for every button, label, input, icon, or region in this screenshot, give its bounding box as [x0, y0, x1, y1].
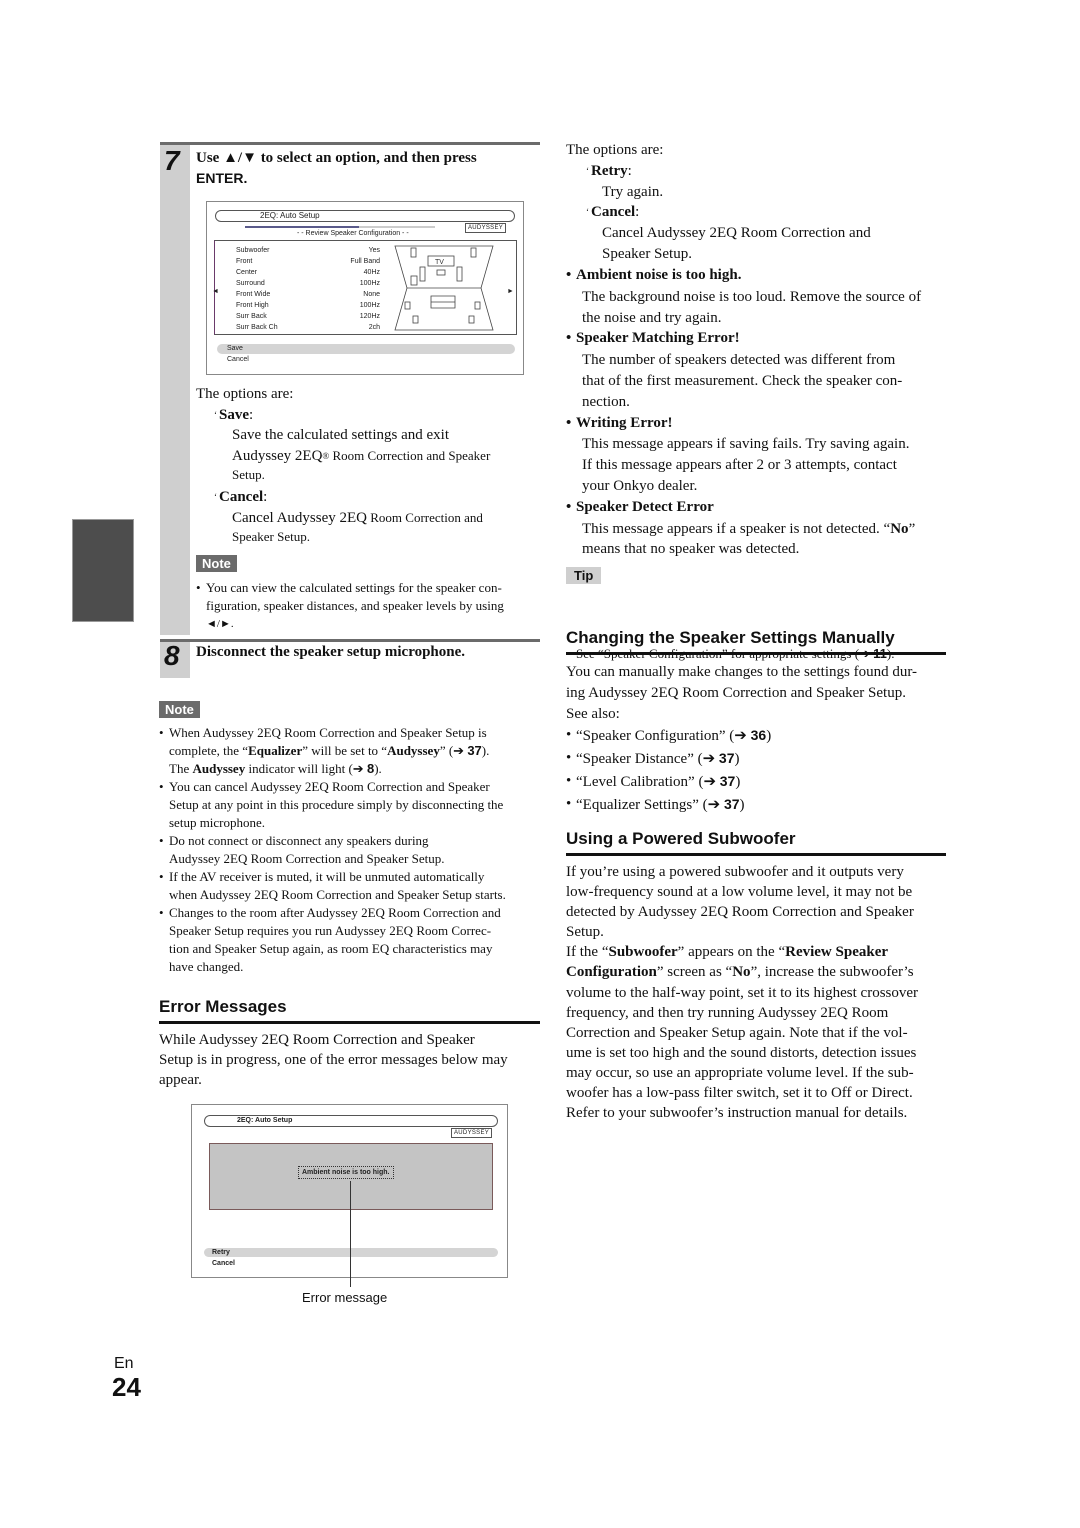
- osd-subtitle: - - Review Speaker Configuration - -: [297, 230, 409, 237]
- note-1-item: You can view the calculated settings for…: [196, 579, 540, 633]
- osd-retry-option[interactable]: Retry: [212, 1248, 230, 1258]
- note-badge: Note: [196, 555, 237, 572]
- config-row: Front High 100Hz: [236, 302, 380, 309]
- option-save: ‘Save:: [214, 406, 254, 423]
- note-2-item: Changes to the room after Audyssey 2EQ R…: [159, 904, 544, 976]
- manual-settings-heading: Changing the Speaker Settings Manually: [566, 627, 946, 655]
- option-cancel: ‘Cancel:: [214, 489, 268, 505]
- callout-label: Error message: [302, 1290, 388, 1305]
- config-row: Front Full Band: [236, 258, 380, 265]
- audyssey-logo: AUDYSSEY: [465, 223, 507, 233]
- osd-cancel-option[interactable]: Cancel: [212, 1259, 235, 1269]
- option-cancel-desc: Speaker Setup.: [232, 529, 310, 544]
- speaker-room-diagram-icon: TV: [394, 245, 494, 331]
- manual-settings-intro: You can manually make changes to the set…: [566, 664, 918, 722]
- step-7-options: The options are: ‘Save: Save the calcula…: [196, 384, 536, 546]
- step-7-title-line: Use ▲/▼ to select an option, and then pr…: [196, 150, 477, 166]
- tip-badge: Tip: [566, 567, 602, 584]
- review-speaker-configuration-screen: 2EQ: Auto Setup - - Review Speaker Confi…: [206, 201, 524, 375]
- tv-label: TV: [435, 259, 444, 266]
- config-row: Subwoofer Yes: [236, 247, 380, 254]
- selected-row-highlight: [217, 344, 515, 354]
- error-desc: The number of speakers detected was diff…: [582, 352, 903, 410]
- options-intro: The options are:: [196, 386, 294, 402]
- osd-title-bar: 2EQ: Auto Setup: [215, 210, 515, 222]
- step-7-gutter: [160, 145, 190, 635]
- note-2-item: You can cancel Audyssey 2EQ Room Correct…: [159, 778, 544, 832]
- option-cancel-desc: Cancel Audyssey 2EQ Room Correction and: [232, 509, 483, 526]
- see-also-item[interactable]: “Level Calibration” (➔ 37): [566, 770, 951, 793]
- note-2-list: When Audyssey 2EQ Room Correction and Sp…: [159, 724, 544, 976]
- config-row: Front Wide None: [236, 291, 380, 298]
- option-save-desc: Save the calculated settings and exit: [232, 427, 450, 443]
- speaker-config-list: Subwoofer Yes Front Full Band Center 40Hz S…: [236, 245, 380, 333]
- subwoofer-text: If you’re using a powered subwoofer and …: [566, 864, 919, 1122]
- see-also-item[interactable]: “Speaker Distance” (➔ 37): [566, 747, 951, 770]
- osd-save-option[interactable]: Save: [227, 344, 243, 354]
- note-2-item: Do not connect or disconnect any speaker…: [159, 832, 544, 868]
- option-save-desc: Setup.: [232, 467, 265, 482]
- audyssey-logo: AUDYSSEY: [451, 1128, 493, 1138]
- config-row: Surr Back 120Hz: [236, 313, 380, 320]
- error-title: Ambient noise is too high.: [566, 265, 951, 286]
- config-row: Surr Back Ch 2ch: [236, 324, 380, 331]
- option-save-desc: Audyssey 2EQ® Room Correction and Speake…: [232, 447, 491, 464]
- subwoofer-heading: Using a Powered Subwoofer: [566, 828, 946, 856]
- step-7-number: 7: [164, 145, 180, 176]
- language-label: En: [114, 1355, 134, 1372]
- callout-line: [350, 1181, 351, 1287]
- step-7-divider: [160, 142, 540, 145]
- note-2-item: When Audyssey 2EQ Room Correction and Sp…: [159, 724, 544, 778]
- message-panel: Ambient noise is too high.: [209, 1143, 493, 1210]
- selected-row-highlight: [204, 1248, 498, 1257]
- osd-title: 2EQ: Auto Setup: [260, 211, 320, 220]
- page-ref-link[interactable]: 37: [467, 743, 481, 758]
- step-8-number: 8: [164, 640, 180, 671]
- note-2-item: If the AV receiver is muted, it will be …: [159, 868, 544, 904]
- error-desc: This message appears if saving fails. Tr…: [582, 436, 910, 494]
- page-number: 24: [112, 1372, 141, 1402]
- step-7-title: Use ▲/▼ to select an option, and then pr…: [196, 148, 536, 188]
- error-messages-heading: Error Messages: [159, 996, 540, 1024]
- error-title: Speaker Detect Error: [566, 497, 951, 518]
- error-list: Ambient noise is too high. The backgroun…: [566, 265, 951, 560]
- error-desc: The background noise is too loud. Remove…: [582, 288, 922, 326]
- right-arrow-icon[interactable]: ►: [507, 282, 514, 302]
- note-badge: Note: [159, 701, 200, 718]
- section-side-tab: [72, 519, 134, 622]
- left-arrow-icon[interactable]: ◄: [212, 282, 219, 302]
- error-title: Writing Error!: [566, 413, 951, 434]
- osd-title: 2EQ: Auto Setup: [237, 1117, 293, 1124]
- config-row: Center 40Hz: [236, 269, 380, 276]
- see-also-item[interactable]: “Equalizer Settings” (➔ 37): [566, 793, 951, 816]
- config-panel: ◄ Subwoofer Yes Front Full Band Center 40Hz…: [212, 240, 517, 335]
- osd-title-bar: 2EQ: Auto Setup: [204, 1115, 498, 1127]
- error-title: Speaker Matching Error!: [566, 328, 951, 349]
- see-also-item[interactable]: “Speaker Configuration” (➔ 36): [566, 724, 951, 747]
- step-8-title: Disconnect the speaker setup microphone.: [196, 644, 466, 660]
- error-message-box: Ambient noise is too high.: [298, 1166, 394, 1179]
- error-desc: This message appears if a speaker is not…: [582, 520, 916, 558]
- see-also-list: “Speaker Configuration” (➔ 36) “Speaker …: [566, 724, 951, 816]
- retry-cancel-options: The options are: ‘Retry: Try again. ‘Can…: [566, 142, 871, 262]
- config-row: Surround 100Hz: [236, 280, 380, 287]
- enter-key-label: ENTER.: [196, 170, 248, 186]
- osd-cancel-option[interactable]: Cancel: [227, 355, 249, 365]
- error-messages-intro: While Audyssey 2EQ Room Correction and S…: [159, 1032, 508, 1088]
